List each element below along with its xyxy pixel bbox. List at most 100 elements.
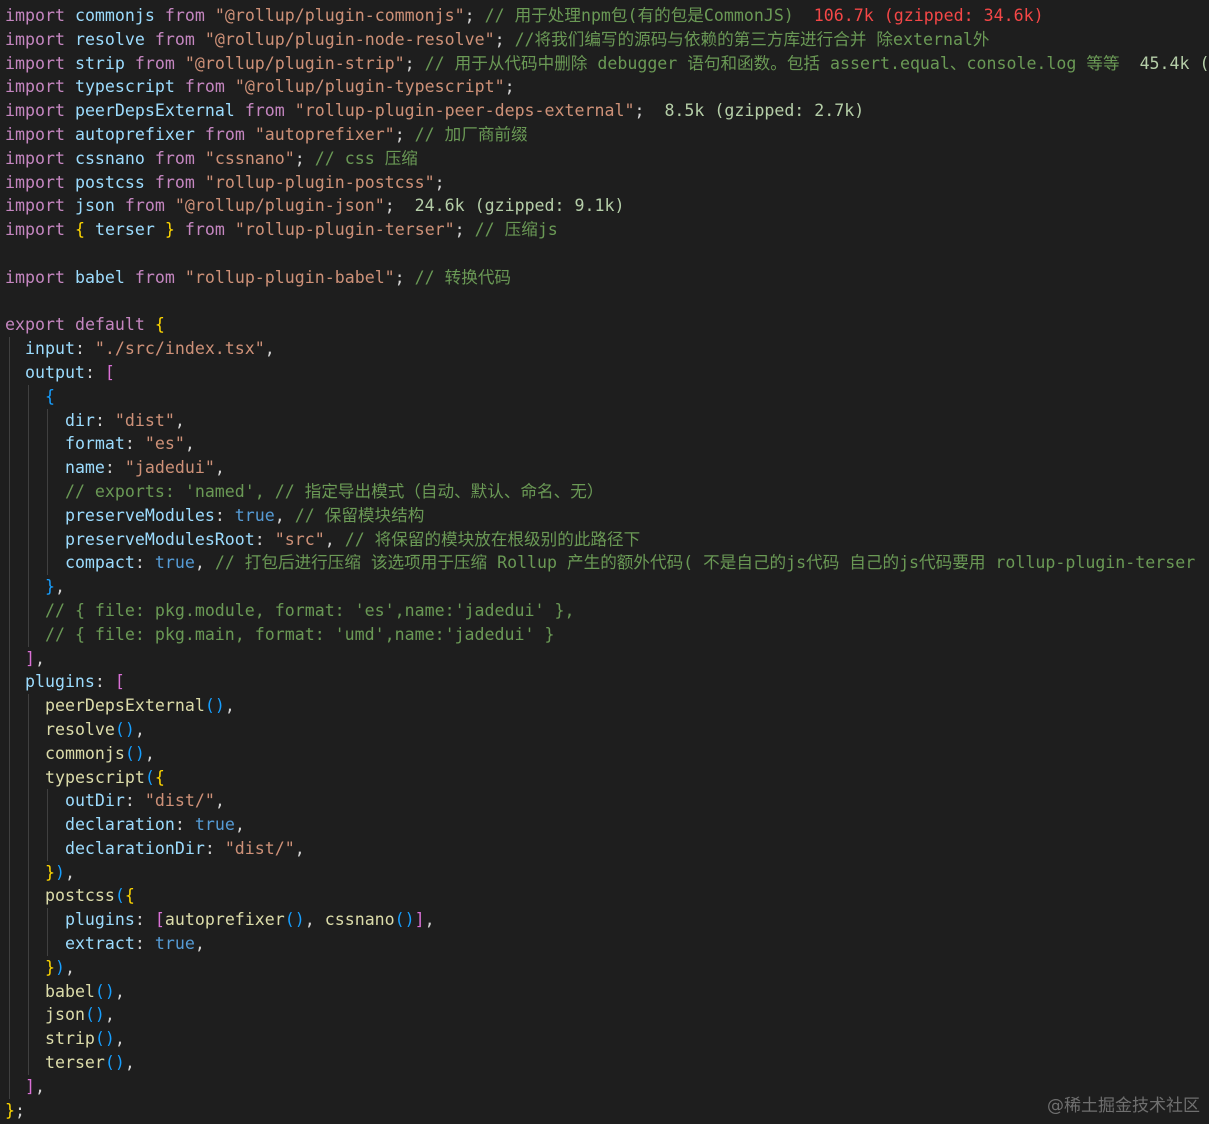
watermark: @稀土掘金技术社区 xyxy=(1047,1096,1200,1116)
code-line[interactable]: typescript({ xyxy=(5,765,1209,790)
punctuation-token: : xyxy=(204,838,225,858)
bracket-token: () xyxy=(84,1005,105,1025)
code-line[interactable]: import strip from "@rollup/plugin-strip"… xyxy=(5,52,1209,76)
indent-guide xyxy=(47,932,49,956)
indent-guide xyxy=(9,503,10,528)
punctuation-token xyxy=(5,839,65,858)
indent-guide xyxy=(28,575,30,599)
code-line[interactable]: commonjs(), xyxy=(5,741,1209,766)
string-token: "@rollup/plugin-node-resolve" xyxy=(204,29,495,49)
punctuation-token: , xyxy=(64,957,75,977)
code-line[interactable]: }; xyxy=(5,1099,1209,1123)
code-line[interactable]: dir: "dist", xyxy=(5,408,1209,433)
function-token: peerDepsExternal xyxy=(44,696,205,716)
code-line[interactable]: compact: true, // 打包后进行压缩 该选项用于压缩 Rollup… xyxy=(5,551,1209,576)
literal-token: true xyxy=(234,505,275,525)
punctuation-token: : xyxy=(74,339,95,359)
indent-guide xyxy=(47,813,49,837)
comment-token: // 用于从代码中删除 debugger 语句和函数。包括 assert.equ… xyxy=(424,53,1120,73)
punctuation-token xyxy=(5,411,65,430)
code-line[interactable]: ], xyxy=(5,1074,1209,1099)
code-line[interactable]: name: "jadedui", xyxy=(5,456,1209,480)
code-line[interactable]: import peerDepsExternal from "rollup-plu… xyxy=(5,99,1209,123)
import-size-hint: 45.4k (g xyxy=(1139,53,1209,73)
keyword-token: from xyxy=(244,101,285,121)
code-line[interactable]: import typescript from "@rollup/plugin-t… xyxy=(5,75,1209,99)
bracket-token: { xyxy=(154,315,165,335)
punctuation-token: ; xyxy=(384,196,415,216)
punctuation-token xyxy=(65,54,75,73)
code-line[interactable]: import resolve from "@rollup/plugin-node… xyxy=(5,28,1209,52)
code-line[interactable]: // { file: pkg.main, format: 'umd',name:… xyxy=(5,622,1209,647)
code-line[interactable] xyxy=(5,242,1209,266)
code-line[interactable]: }, xyxy=(5,575,1209,599)
code-line[interactable]: declarationDir: "dist/", xyxy=(5,836,1209,861)
indent-guide xyxy=(28,479,30,504)
code-line[interactable]: plugins: [autoprefixer(), cssnano()], xyxy=(5,908,1209,933)
punctuation-token: : xyxy=(254,529,275,549)
code-line[interactable]: plugins: [ xyxy=(5,670,1209,695)
code-line[interactable]: resolve(), xyxy=(5,717,1209,742)
code-line[interactable]: // { file: pkg.module, format: 'es',name… xyxy=(5,598,1209,623)
punctuation-token: , xyxy=(304,910,325,930)
punctuation-token: , xyxy=(324,529,345,549)
code-line[interactable]: }), xyxy=(5,860,1209,885)
code-line[interactable]: format: "es", xyxy=(5,432,1209,457)
punctuation-token xyxy=(205,6,215,25)
comment-token: // 压缩js xyxy=(474,220,558,240)
punctuation-token: : xyxy=(124,791,145,811)
code-line[interactable]: import json from "@rollup/plugin-json"; … xyxy=(5,194,1209,218)
punctuation-token: ; xyxy=(454,220,475,240)
punctuation-token xyxy=(175,268,185,287)
indent-guide xyxy=(9,360,10,385)
punctuation-token xyxy=(5,982,45,1001)
code-line[interactable]: json(), xyxy=(5,1003,1209,1028)
keyword-token: import xyxy=(5,53,65,73)
code-line[interactable]: import commonjs from "@rollup/plugin-com… xyxy=(5,4,1209,28)
code-line[interactable]: { xyxy=(5,384,1209,409)
code-line[interactable]: import postcss from "rollup-plugin-postc… xyxy=(5,171,1209,195)
code-line[interactable]: export default { xyxy=(5,313,1209,337)
literal-token: true xyxy=(194,815,235,835)
code-line[interactable]: output: [ xyxy=(5,360,1209,385)
code-line[interactable]: preserveModulesRoot: "src", // 将保留的模块放在根… xyxy=(5,527,1209,552)
code-line[interactable]: preserveModules: true, // 保留模块结构 xyxy=(5,503,1209,528)
punctuation-token xyxy=(65,6,75,25)
punctuation-token xyxy=(5,482,65,501)
indent-guide xyxy=(28,1003,30,1028)
code-line[interactable]: strip(), xyxy=(5,1027,1209,1052)
keyword-token: from xyxy=(184,220,225,240)
code-line[interactable]: postcss({ xyxy=(5,884,1209,909)
code-line[interactable]: babel(), xyxy=(5,979,1209,1004)
literal-token: true xyxy=(154,934,195,954)
punctuation-token: , xyxy=(134,719,145,739)
function-token: cssnano xyxy=(324,910,395,930)
punctuation-token xyxy=(115,196,125,215)
code-line[interactable]: import { terser } from "rollup-plugin-te… xyxy=(5,218,1209,242)
bracket-token: { xyxy=(154,767,165,787)
code-line[interactable]: outDir: "dist/", xyxy=(5,789,1209,814)
identifier-token: typescript xyxy=(74,77,175,97)
code-line[interactable]: import cssnano from "cssnano"; // css 压缩 xyxy=(5,147,1209,171)
punctuation-token xyxy=(5,910,65,929)
code-line[interactable]: // exports: 'named', // 指定导出模式（自动、默认、命名、… xyxy=(5,479,1209,504)
code-line[interactable]: peerDepsExternal(), xyxy=(5,694,1209,718)
identifier-token: plugins xyxy=(24,672,95,692)
code-line[interactable]: ], xyxy=(5,646,1209,671)
punctuation-token xyxy=(195,173,205,192)
code-editor[interactable]: import commonjs from "@rollup/plugin-com… xyxy=(5,4,1209,1122)
comment-token: // 打包后进行压缩 该选项用于压缩 Rollup 产生的额外代码( 不是自己的… xyxy=(214,553,1196,573)
code-line[interactable]: }), xyxy=(5,955,1209,980)
identifier-token: plugins xyxy=(64,910,135,930)
code-line[interactable]: declaration: true, xyxy=(5,813,1209,837)
indent-guide xyxy=(9,836,10,861)
code-line[interactable]: terser(), xyxy=(5,1051,1209,1075)
code-line[interactable]: import babel from "rollup-plugin-babel";… xyxy=(5,266,1209,290)
identifier-token: compact xyxy=(64,553,135,573)
code-line[interactable]: import autoprefixer from "autoprefixer";… xyxy=(5,123,1209,147)
code-line[interactable]: input: "./src/index.tsx", xyxy=(5,337,1209,361)
function-token: terser xyxy=(44,1053,105,1073)
code-line[interactable]: extract: true, xyxy=(5,932,1209,956)
keyword-token: from xyxy=(204,124,245,144)
code-line[interactable] xyxy=(5,290,1209,314)
